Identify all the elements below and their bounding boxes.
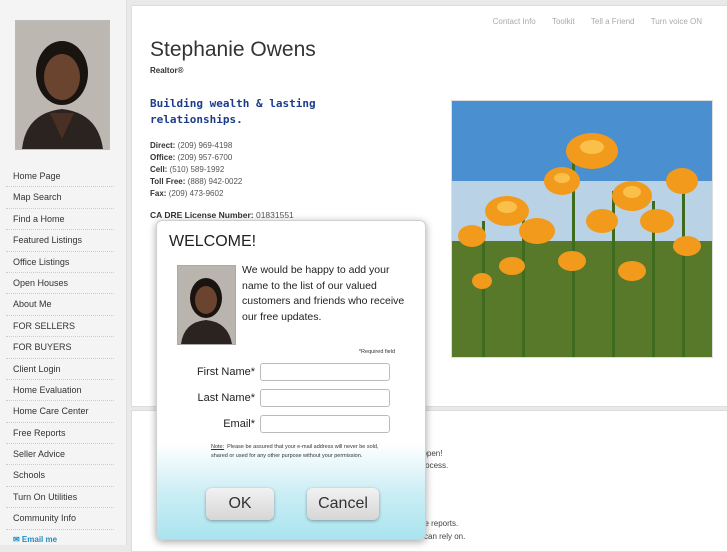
- privacy-note-text: Please be assured that your e-mail addre…: [211, 444, 379, 459]
- first-name-input[interactable]: [260, 363, 390, 381]
- nav-item-about-me[interactable]: About Me: [6, 294, 114, 316]
- first-name-label: First Name*: [196, 366, 255, 378]
- nav-item-office-listings[interactable]: Office Listings: [6, 252, 114, 273]
- nav-item-schools[interactable]: Schools: [6, 465, 114, 487]
- modal-agent-photo: [177, 265, 236, 345]
- first-name-row: First Name*: [157, 363, 425, 383]
- nav-item-home-evaluation[interactable]: Home Evaluation: [6, 380, 114, 402]
- nav-item-for-sellers[interactable]: FOR SELLERS: [6, 316, 114, 338]
- nav-item-find-a-home[interactable]: Find a Home: [6, 209, 114, 231]
- nav-item-open-houses[interactable]: Open Houses: [6, 273, 114, 295]
- welcome-modal: WELCOME! We would be happy to add your n…: [156, 220, 426, 540]
- privacy-note: Note: Please be assured that your e-mail …: [211, 443, 381, 460]
- last-name-input[interactable]: [260, 389, 390, 407]
- tagline: Building wealth & lasting relationships.: [150, 97, 316, 126]
- nav-item-turn-on-utilities[interactable]: Turn On Utilities: [6, 487, 114, 509]
- nav-item-map-search[interactable]: Map Search: [6, 187, 114, 209]
- nav-item-home-care-center[interactable]: Home Care Center: [6, 401, 114, 423]
- nav-item-free-reports[interactable]: Free Reports: [6, 423, 114, 445]
- required-field-note: *Required field: [358, 349, 395, 355]
- nav-item-home-page[interactable]: Home Page: [6, 166, 114, 188]
- sidebar: Home Page Map Search Find a Home Feature…: [0, 0, 127, 545]
- email-me-link[interactable]: ✉ Email me: [6, 530, 114, 550]
- contact-phones: Direct: (209) 969-4198 Office: (209) 957…: [150, 140, 242, 200]
- privacy-note-label: Note:: [211, 444, 225, 450]
- phone-cell: Cell: (510) 589-1992: [150, 165, 225, 174]
- email-row: Email*: [157, 415, 425, 435]
- toolkit-link[interactable]: Toolkit: [552, 17, 575, 26]
- phone-office: Office: (209) 957-6700: [150, 153, 233, 162]
- partial-text-rely-on: can rely on.: [424, 532, 466, 541]
- email-input[interactable]: [260, 415, 390, 433]
- modal-message: We would be happy to add your name to th…: [242, 264, 405, 323]
- phone-direct: Direct: (209) 969-4198: [150, 141, 233, 150]
- top-links: Contact Info Toolkit Tell a Friend Turn …: [479, 17, 702, 26]
- ok-button[interactable]: OK: [206, 488, 274, 520]
- phone-toll-free: Toll Free: (888) 942-0022: [150, 177, 243, 186]
- phone-fax: Fax: (209) 473-9602: [150, 189, 224, 198]
- nav-item-community-info[interactable]: Community Info: [6, 508, 114, 530]
- last-name-label: Last Name*: [197, 392, 255, 404]
- modal-title: WELCOME!: [169, 233, 257, 250]
- tell-a-friend-link[interactable]: Tell a Friend: [591, 17, 635, 26]
- license-number: CA DRE License Number: 01831551: [150, 210, 294, 220]
- turn-voice-on-link[interactable]: Turn voice ON: [651, 17, 702, 26]
- email-label: Email*: [223, 418, 255, 430]
- last-name-row: Last Name*: [157, 389, 425, 409]
- agent-title: Realtor®: [150, 66, 184, 75]
- nav-item-for-buyers[interactable]: FOR BUYERS: [6, 337, 114, 359]
- nav-item-seller-advice[interactable]: Seller Advice: [6, 444, 114, 466]
- contact-info-link[interactable]: Contact Info: [493, 17, 536, 26]
- sidebar-nav: Home Page Map Search Find a Home Feature…: [6, 166, 114, 550]
- nav-item-client-login[interactable]: Client Login: [6, 359, 114, 380]
- agent-name: Stephanie Owens: [150, 38, 316, 61]
- poppy-flowers-image: [451, 100, 713, 358]
- nav-item-featured-listings[interactable]: Featured Listings: [6, 230, 114, 252]
- agent-photo: [15, 20, 110, 150]
- cancel-button[interactable]: Cancel: [307, 488, 379, 520]
